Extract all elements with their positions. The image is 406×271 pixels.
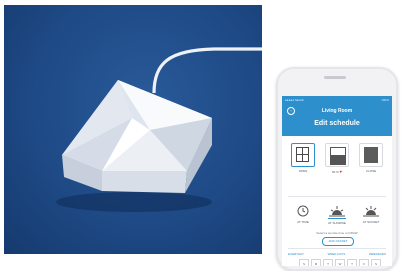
- trigger-at-time[interactable]: AT TIME: [288, 204, 318, 225]
- weekday-button[interactable]: F: [359, 259, 369, 266]
- weekday-button[interactable]: W: [335, 259, 345, 266]
- divider: [288, 248, 386, 249]
- hub-device-image: [56, 47, 262, 212]
- half-shade-icon: [325, 143, 349, 167]
- window-open-icon: [291, 143, 315, 167]
- weekday-button[interactable]: S: [371, 259, 381, 266]
- sunrise-icon: [328, 204, 346, 219]
- clock-icon: [294, 204, 312, 218]
- app-header: ●●●●● Sketch 100% ‹ Living Room Edit sch…: [282, 96, 392, 136]
- room-title: Living Room: [321, 108, 353, 114]
- screen-title: Edit schedule: [314, 120, 360, 127]
- phone-speaker: [324, 76, 346, 79]
- phone-mockup: ●●●●● Sketch 100% ‹ Living Room Edit sch…: [276, 67, 398, 271]
- trigger-at-sunset-label: AT SUNSET: [362, 220, 380, 224]
- position-options: OPEN 50 % ♥ CLOSE: [288, 143, 386, 174]
- status-battery: 100%: [381, 98, 389, 102]
- position-open[interactable]: OPEN: [288, 143, 318, 174]
- weekday-button[interactable]: T: [347, 259, 357, 266]
- trigger-options: AT TIME AT SUNRISE AT SUNSET: [288, 204, 386, 225]
- trigger-at-time-label: AT TIME: [297, 220, 309, 224]
- sunset-icon: [362, 204, 380, 218]
- trigger-at-sunset[interactable]: AT SUNSET: [356, 204, 386, 225]
- add-offset-button[interactable]: ADD OFFSET: [322, 237, 354, 246]
- position-open-label: OPEN: [298, 169, 308, 173]
- app-screen: ●●●●● Sketch 100% ‹ Living Room Edit sch…: [282, 96, 392, 266]
- position-half[interactable]: 50 % ♥: [322, 143, 352, 174]
- tab-everyday[interactable]: EVERYDAY: [288, 252, 304, 256]
- status-carrier: ●●●●● Sketch: [285, 98, 305, 102]
- divider: [288, 196, 386, 197]
- closed-shade-icon: [359, 143, 383, 167]
- heart-icon: ♥: [339, 169, 343, 174]
- product-photo: [4, 5, 262, 254]
- trigger-at-sunrise[interactable]: AT SUNRISE: [322, 204, 352, 225]
- position-close[interactable]: CLOSE: [356, 143, 386, 174]
- weekday-button[interactable]: M: [311, 259, 321, 266]
- day-tabs: EVERYDAY WEEK DAYS WEEKENDS: [288, 252, 386, 256]
- weekday-button[interactable]: T: [323, 259, 333, 266]
- weekday-selector: S M T W T F S: [299, 259, 381, 266]
- device-cable: [152, 47, 262, 94]
- tab-weekends[interactable]: WEEKENDS: [369, 252, 386, 256]
- tab-week-days[interactable]: WEEK DAYS: [328, 252, 346, 256]
- trigger-at-sunrise-label: AT SUNRISE: [328, 221, 346, 225]
- position-close-label: CLOSE: [365, 169, 377, 173]
- weekday-button[interactable]: S: [299, 259, 309, 266]
- trigger-hint: Select a sunrise time or DRAW: [316, 231, 358, 235]
- position-half-label: 50 %: [331, 170, 339, 174]
